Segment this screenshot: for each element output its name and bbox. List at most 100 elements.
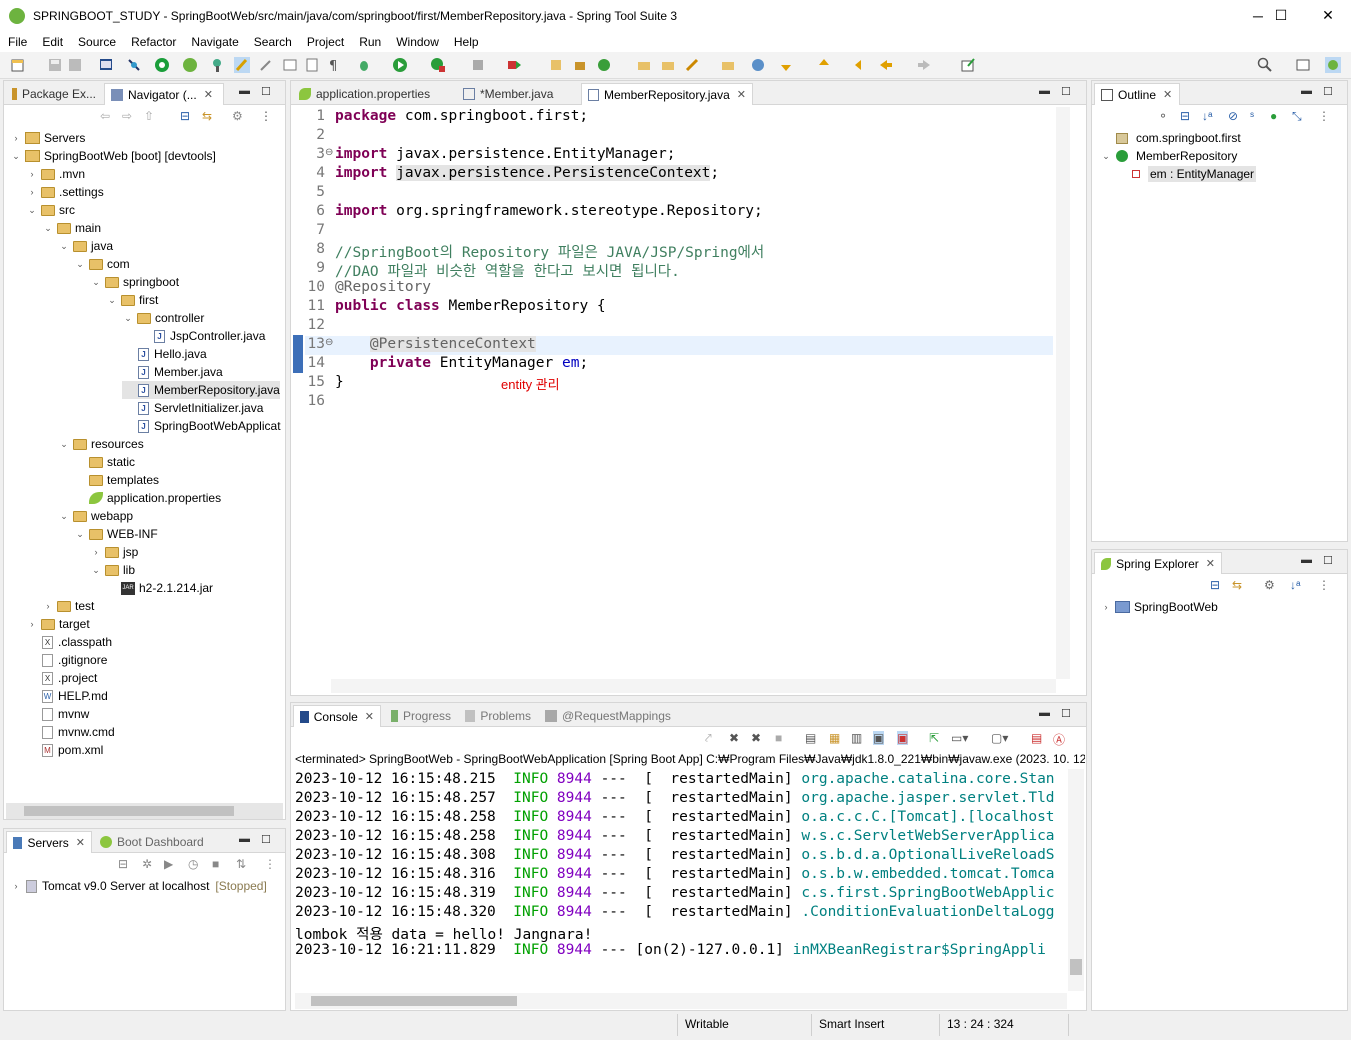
tree-item[interactable]: J ServletInitializer.java xyxy=(122,399,263,417)
debug-server-icon[interactable]: ✲ xyxy=(142,857,152,871)
tree-item[interactable]: mvnw xyxy=(26,705,89,723)
remove-launch-icon[interactable]: ⤤ xyxy=(705,731,712,746)
tab-servers[interactable]: Servers ✕ xyxy=(6,831,92,853)
scroll-lock-icon[interactable]: ▦ xyxy=(829,731,840,745)
tab-problems[interactable]: Problems xyxy=(459,705,537,727)
new-java-project-icon[interactable] xyxy=(548,57,564,73)
filters-icon[interactable]: ⚙ xyxy=(232,109,243,123)
pin-editor-icon[interactable] xyxy=(960,57,976,73)
skip-breakpoints-icon[interactable] xyxy=(126,57,142,73)
remove-all-terminated-icon[interactable]: ✖ xyxy=(729,731,739,745)
tab-member-repository-java[interactable]: MemberRepository.java ✕ xyxy=(581,83,753,105)
collapse-all-icon[interactable]: ⊟ xyxy=(1210,578,1220,592)
new-package-icon[interactable] xyxy=(572,57,588,73)
spring-icon[interactable] xyxy=(182,57,198,73)
tree-item[interactable]: X .project xyxy=(26,669,97,687)
maximize-view-icon[interactable]: ☐ xyxy=(261,85,271,98)
tree-item[interactable]: Mpom.xml xyxy=(26,741,103,759)
expand-icon[interactable]: › xyxy=(90,547,102,557)
collapse-icon[interactable]: ⌄ xyxy=(10,151,22,162)
tree-item[interactable]: ⌄ controller xyxy=(122,309,204,327)
expand-icon[interactable]: › xyxy=(26,169,38,179)
tab-boot-dashboard[interactable]: Boot Dashboard xyxy=(94,831,214,853)
outline-item[interactable]: com.springboot.first xyxy=(1100,129,1241,147)
public-members-icon[interactable]: ● xyxy=(1270,109,1277,123)
collapse-icon[interactable]: ⌄ xyxy=(74,529,86,540)
tree-item[interactable]: › .mvn xyxy=(26,165,86,183)
external-tools-icon[interactable] xyxy=(506,57,522,73)
close-tab-icon[interactable]: ✕ xyxy=(1206,557,1215,570)
collapse-icon[interactable]: ⌄ xyxy=(58,439,70,450)
minimize-view-icon[interactable]: ▬ xyxy=(1301,85,1312,97)
console-hscrollbar[interactable] xyxy=(295,993,1067,1009)
close-tab-icon[interactable]: ✕ xyxy=(76,836,85,849)
scrollbar-thumb[interactable] xyxy=(1070,959,1082,975)
insert-mode-status[interactable]: Smart Insert xyxy=(819,1017,884,1031)
menu-project[interactable]: Project xyxy=(307,35,344,49)
minimize-view-icon[interactable]: ▬ xyxy=(1039,707,1050,719)
up-nav-icon[interactable]: ⇧ xyxy=(144,109,154,123)
forward-icon[interactable] xyxy=(916,57,932,73)
menu-window[interactable]: Window xyxy=(396,35,439,49)
scrollbar-thumb[interactable] xyxy=(24,806,234,816)
stop-server-icon[interactable]: ■ xyxy=(212,857,219,871)
tree-item[interactable]: ⌄ WEB-INF xyxy=(74,525,157,543)
collapse-icon[interactable]: ⌄ xyxy=(122,313,134,324)
search-icon[interactable] xyxy=(1257,57,1273,73)
collapse-icon[interactable]: ⌄ xyxy=(58,511,70,522)
filter-icon[interactable]: ⚙ xyxy=(1264,578,1275,592)
expand-icon[interactable]: › xyxy=(1100,602,1112,612)
tab-navigator[interactable]: Navigator (... ✕ xyxy=(104,83,224,105)
tree-item[interactable]: JAR h2-2.1.214.jar xyxy=(106,579,213,597)
collapse-icon[interactable]: ⌄ xyxy=(26,205,38,216)
console-vscrollbar[interactable] xyxy=(1068,769,1084,991)
open-console-icon[interactable]: ▢▾ xyxy=(991,731,1008,745)
menu-help[interactable]: Help xyxy=(454,35,479,49)
tree-item[interactable]: ⌄ springboot xyxy=(90,273,179,291)
save-all-icon[interactable] xyxy=(67,57,83,73)
tree-item[interactable]: ⌄ main xyxy=(42,219,101,237)
console-output[interactable]: 2023-10-12 16:15:48.215 INFO 8944 --- [ … xyxy=(291,769,1067,987)
brush-icon[interactable] xyxy=(258,57,274,73)
minimize-editor-icon[interactable]: ▬ xyxy=(1039,85,1050,97)
tree-item[interactable]: › .settings xyxy=(26,183,104,201)
tree-item[interactable]: ⌄ resources xyxy=(58,435,143,453)
tab-request-mappings[interactable]: @RequestMappings xyxy=(539,705,679,727)
annotation-nav-icon[interactable] xyxy=(282,57,298,73)
tree-item[interactable]: J JspController.java xyxy=(138,327,265,345)
block-select-icon[interactable] xyxy=(304,57,320,73)
collapse-all-icon[interactable]: ⊟ xyxy=(180,109,190,123)
tree-item[interactable]: .gitignore xyxy=(26,651,107,669)
show-stderr-icon[interactable]: ▣ xyxy=(897,731,909,745)
menu-refactor[interactable]: Refactor xyxy=(131,35,176,49)
expand-icon[interactable]: › xyxy=(10,133,22,143)
tree-item[interactable]: templates xyxy=(74,471,159,489)
minimize-view-icon[interactable]: ▬ xyxy=(239,85,250,97)
display-console-icon[interactable]: ▭▾ xyxy=(951,731,968,745)
new-icon[interactable] xyxy=(10,57,26,73)
tree-item[interactable]: › test xyxy=(42,597,95,615)
maximize-view-icon[interactable]: ☐ xyxy=(1061,707,1071,720)
server-row[interactable]: › Tomcat v9.0 Server at localhost [Stopp… xyxy=(10,877,267,895)
fold-toggle-icon[interactable]: ⊖ xyxy=(325,147,333,158)
clear-console-icon[interactable]: ▤ xyxy=(805,731,816,745)
terminal-icon[interactable] xyxy=(98,57,114,73)
maximize-view-icon[interactable]: ☐ xyxy=(1323,85,1333,98)
tab-outline[interactable]: Outline ✕ xyxy=(1094,83,1180,105)
link-editor-icon[interactable]: ⇆ xyxy=(202,109,212,123)
tree-item[interactable]: J Hello.java xyxy=(122,345,207,363)
previous-annotation-icon[interactable] xyxy=(816,57,832,73)
close-tab-icon[interactable]: ✕ xyxy=(365,710,374,723)
pen-icon[interactable] xyxy=(684,57,700,73)
tree-item[interactable]: › Servers xyxy=(10,129,86,147)
close-tab-icon[interactable]: ✕ xyxy=(1163,88,1172,101)
tree-item[interactable]: › target xyxy=(26,615,90,633)
hide-non-public-icon[interactable]: ˢ xyxy=(1250,109,1254,123)
bookmark-icon[interactable]: ▤ xyxy=(1031,731,1042,745)
sort-icon[interactable]: ↓ᵃ xyxy=(1290,578,1300,592)
collapse-icon[interactable]: ⌄ xyxy=(74,259,86,270)
tree-item[interactable]: J SpringBootWebApplicat xyxy=(122,417,281,435)
next-annotation-icon[interactable] xyxy=(778,57,794,73)
maximize-editor-icon[interactable]: ☐ xyxy=(1061,85,1071,98)
new-class-icon[interactable] xyxy=(596,57,612,73)
